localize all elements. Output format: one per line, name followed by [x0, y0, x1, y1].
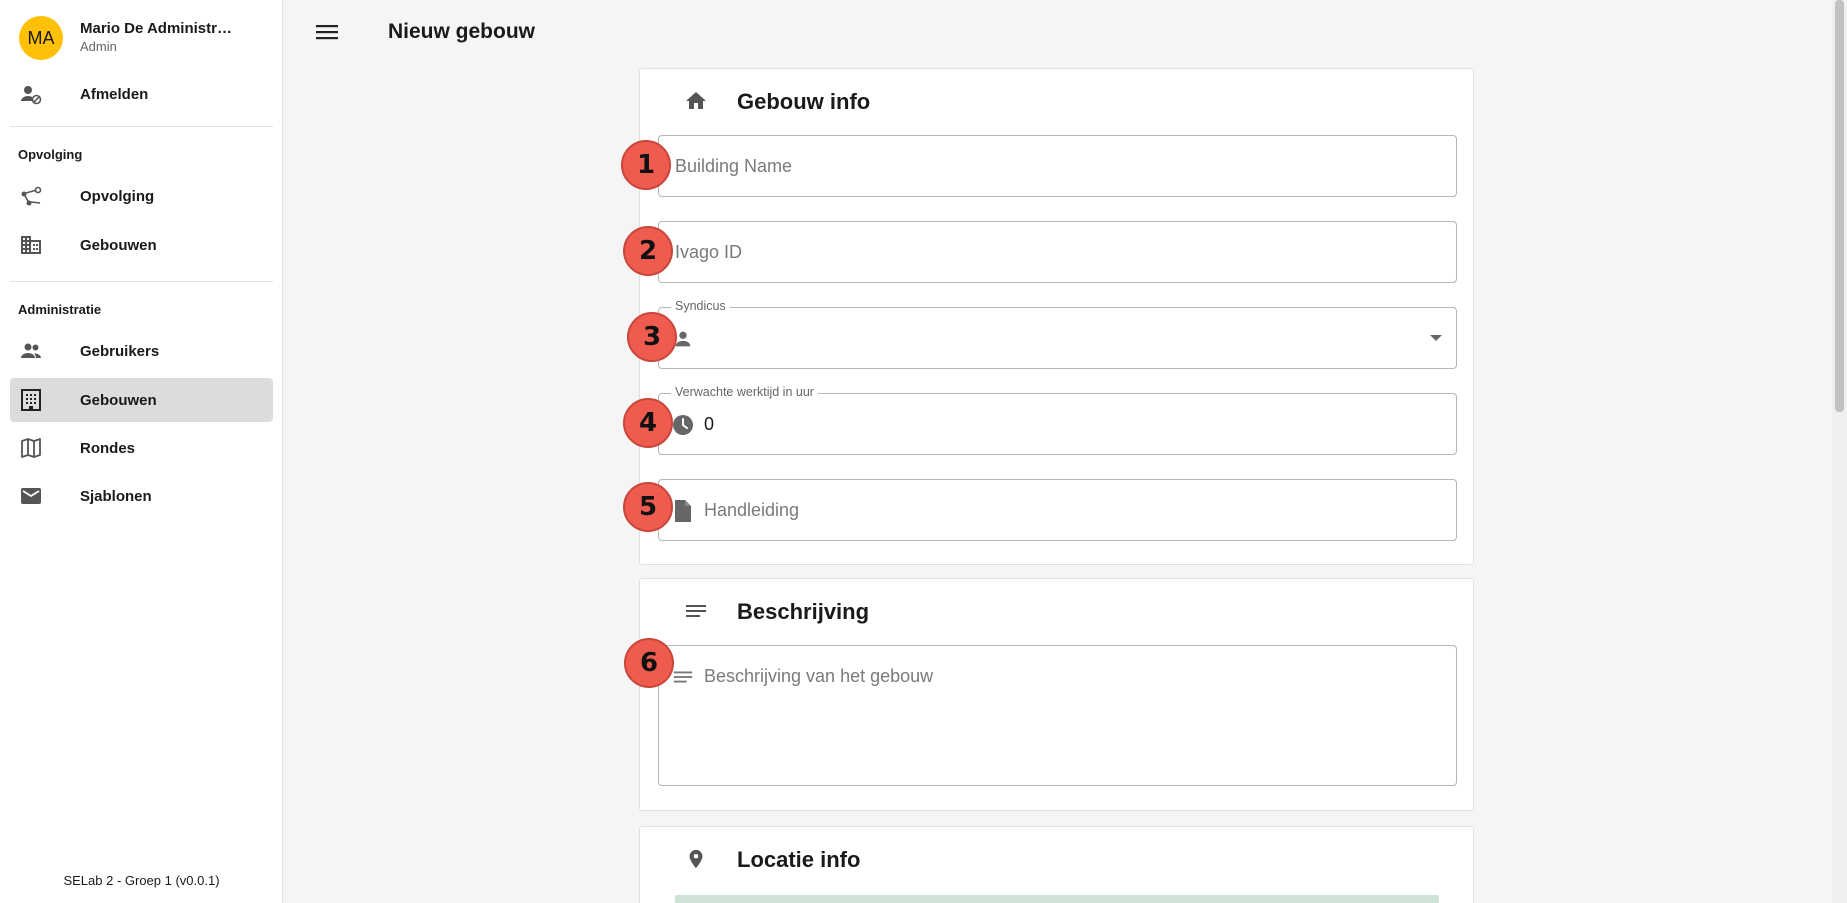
building-name-placeholder: Building Name — [675, 156, 793, 176]
manual-placeholder: Handleiding — [704, 500, 800, 520]
location-card: Locatie info — [639, 826, 1474, 903]
annotation-badge-2: 2 — [623, 226, 673, 276]
sidebar-item-gebouwen-admin[interactable]: Gebouwen — [10, 378, 273, 422]
description-placeholder: Beschrijving van het gebouw — [704, 666, 934, 686]
sidebar-item-label: Rondes — [80, 439, 136, 457]
apartment-icon — [19, 388, 43, 412]
route-icon — [19, 184, 43, 208]
sidebar-item-sjablonen[interactable]: Sjablonen — [10, 474, 273, 518]
avatar: MA — [19, 16, 63, 60]
sidebar: MA Mario De Administrat... Admin Afmelde… — [0, 0, 283, 903]
section-title-administratie: Administratie — [18, 302, 102, 317]
ivago-id-field[interactable]: Ivago ID — [658, 221, 1457, 283]
clock-icon — [671, 413, 695, 437]
card-title: Locatie info — [737, 847, 861, 872]
users-icon — [19, 339, 43, 363]
notes-icon — [671, 665, 695, 689]
chevron-down-icon[interactable] — [1430, 335, 1442, 341]
logout-label: Afmelden — [80, 85, 149, 103]
section-title-opvolging: Opvolging — [18, 147, 83, 162]
card-title: Gebouw info — [737, 89, 871, 114]
sidebar-item-label: Gebouwen — [80, 236, 157, 254]
sidebar-item-gebouwen-opvolging[interactable]: Gebouwen — [10, 223, 273, 267]
annotation-badge-4: 4 — [623, 398, 673, 448]
user-role: Admin — [80, 39, 117, 54]
file-icon — [671, 499, 695, 523]
version-footer: SELab 2 - Groep 1 (v0.0.1) — [63, 873, 220, 888]
sidebar-item-gebruikers[interactable]: Gebruikers — [10, 329, 273, 373]
sidebar-item-rondes[interactable]: Rondes — [10, 426, 273, 470]
worktime-value: 0 — [704, 414, 715, 434]
manual-field[interactable]: Handleiding — [658, 479, 1457, 541]
annotation-badge-5: 5 — [623, 482, 673, 532]
logout-icon — [19, 82, 43, 106]
sidebar-item-opvolging[interactable]: Opvolging — [10, 174, 273, 218]
sidebar-item-label: Gebruikers — [80, 342, 160, 360]
worktime-field[interactable]: Verwachte werktijd in uur 0 — [658, 385, 1457, 455]
page-title: Nieuw gebouw — [388, 20, 535, 43]
divider — [10, 126, 273, 127]
divider — [10, 281, 273, 282]
sidebar-item-label: Gebouwen — [80, 391, 157, 409]
card-header: Locatie info — [640, 827, 1473, 887]
card-header: Beschrijving — [640, 579, 1473, 639]
description-textarea[interactable]: Beschrijving van het gebouw — [658, 645, 1457, 786]
location-pin-icon — [684, 847, 708, 871]
user-name: Mario De Administrat... — [80, 20, 240, 37]
annotation-badge-1: 1 — [621, 140, 671, 190]
sidebar-item-label: Opvolging — [80, 187, 155, 205]
annotation-badge-3: 3 — [627, 312, 677, 362]
logout-button[interactable]: Afmelden — [10, 72, 273, 116]
menu-button[interactable] — [312, 20, 342, 48]
hamburger-icon — [315, 22, 339, 47]
mail-icon — [19, 484, 43, 508]
location-map[interactable] — [675, 895, 1439, 903]
sidebar-item-label: Sjablonen — [80, 487, 152, 505]
page-scrollbar[interactable] — [1832, 0, 1847, 903]
building-name-field[interactable]: Building Name — [658, 135, 1457, 197]
notes-icon — [684, 599, 708, 623]
syndicus-label: Syndicus — [671, 299, 730, 313]
card-title: Beschrijving — [737, 599, 870, 624]
building-info-card: Gebouw info Building Name Ivago ID Syndi… — [639, 68, 1474, 565]
home-icon — [684, 89, 708, 113]
syndicus-select[interactable]: Syndicus — [658, 299, 1457, 369]
description-card: Beschrijving Beschrijving van het gebouw — [639, 578, 1474, 811]
worktime-label: Verwachte werktijd in uur — [671, 385, 818, 399]
card-header: Gebouw info — [640, 69, 1473, 129]
user-profile: MA Mario De Administrat... Admin — [0, 0, 283, 74]
scrollbar-thumb[interactable] — [1835, 0, 1844, 412]
building-icon — [19, 233, 43, 257]
annotation-badge-6: 6 — [624, 638, 674, 688]
ivago-id-placeholder: Ivago ID — [675, 242, 743, 262]
map-icon — [19, 436, 43, 460]
